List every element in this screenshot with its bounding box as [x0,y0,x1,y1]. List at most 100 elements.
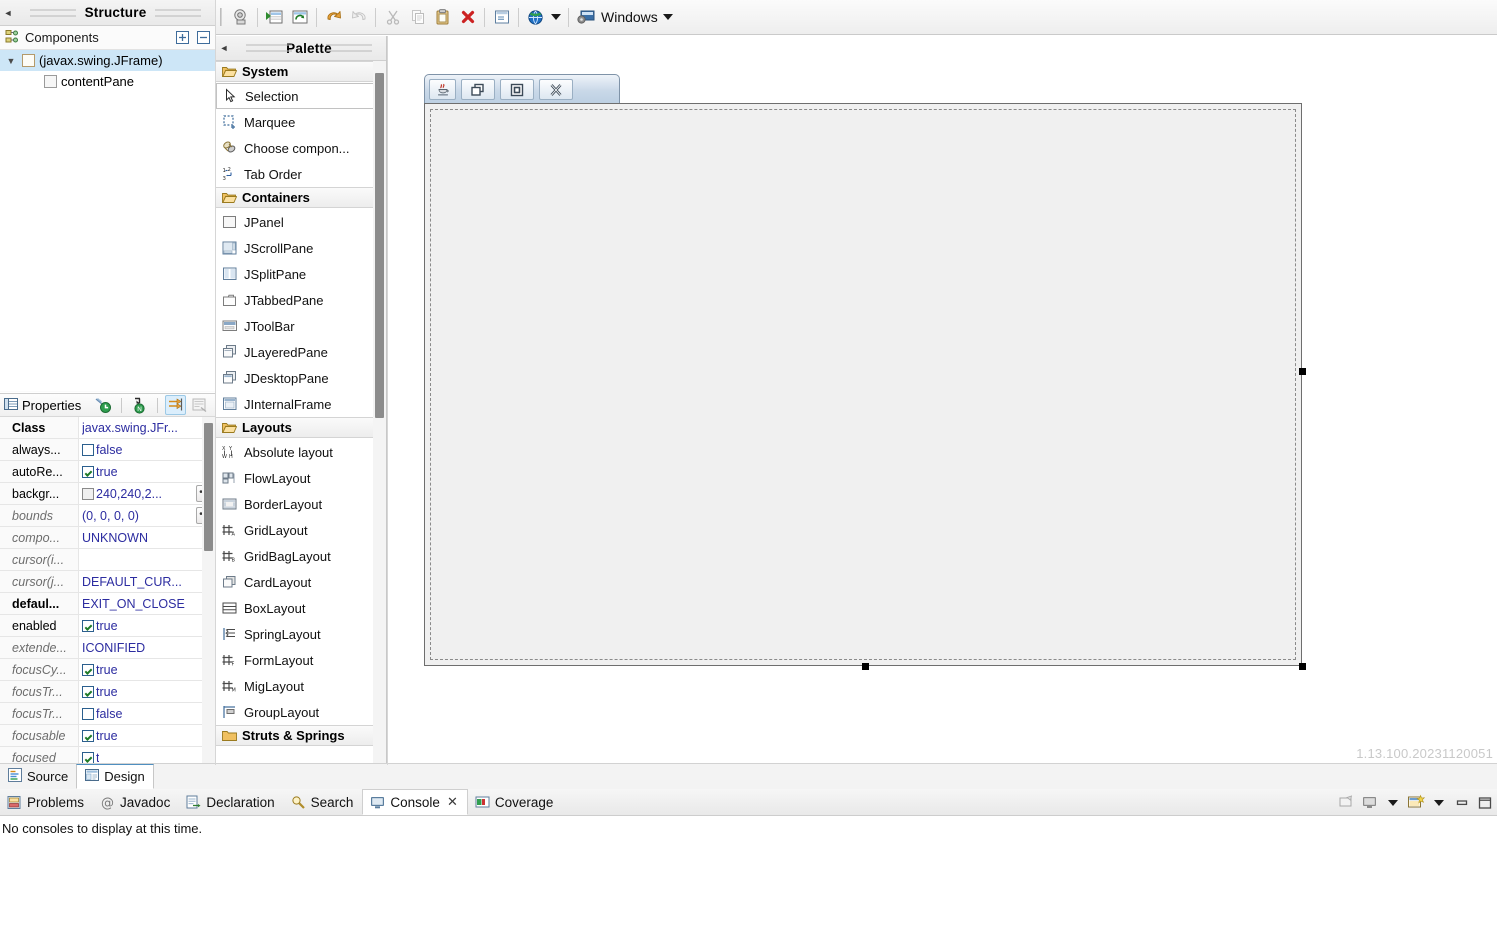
show-advanced-icon[interactable]: N [129,395,150,415]
property-row[interactable]: Class javax.swing.JFr... [0,417,215,439]
palette-item-borderlayout[interactable]: BorderLayout [216,491,386,517]
close-icon[interactable]: ✕ [447,794,458,810]
palette-list[interactable]: System Selection Marquee Choose compon... 1 2… [216,61,386,765]
property-value-cell[interactable]: UNKNOWN [79,527,215,548]
palette-item-jinternalframe[interactable]: JInternalFrame [216,391,386,417]
bottom-tab-search[interactable]: Search [284,789,363,815]
jframe-body[interactable] [424,103,1302,666]
scrollbar-thumb[interactable] [375,73,384,418]
tree-item-jframe[interactable]: ▼ (javax.swing.JFrame) [0,50,215,71]
palette-item-jsplitpane[interactable]: JSplitPane [216,261,386,287]
palette-item-jlayeredpane[interactable]: JLayeredPane [216,339,386,365]
checkbox-checked-icon[interactable] [82,751,94,764]
property-value-cell[interactable]: EXIT_ON_CLOSE [79,593,215,614]
checkbox-checked-icon[interactable] [82,465,94,478]
property-row[interactable]: cursor(j... DEFAULT_CUR... [0,571,215,593]
palette-item-springlayout[interactable]: SpringLayout [216,621,386,647]
checkbox-checked-icon[interactable] [82,663,94,676]
palette-item-absolute-layout[interactable]: X Y W H Absolute layout [216,439,386,465]
palette-item-miglayout[interactable]: M MigLayout [216,673,386,699]
toolbar-grip[interactable] [220,6,228,28]
show-events-icon[interactable] [165,395,186,415]
new-java-class-icon[interactable] [262,5,287,30]
property-value-cell[interactable]: ICONIFIED [79,637,215,658]
property-row[interactable]: focusCy... true [0,659,215,681]
property-value-cell[interactable]: false [79,439,215,460]
palette-item-formlayout[interactable]: F FormLayout [216,647,386,673]
resize-handle-east[interactable] [1299,368,1306,375]
open-type-icon[interactable] [228,5,253,30]
property-value-cell[interactable]: true [79,615,215,636]
tab-source[interactable]: Source [0,764,76,789]
palette-item-flowlayout[interactable]: FlowLayout [216,465,386,491]
tab-design[interactable]: Design [76,764,154,789]
sash-structure-palette[interactable] [215,0,216,765]
property-value-cell[interactable] [79,549,215,570]
undo-icon[interactable] [321,5,346,30]
property-row[interactable]: focusTr... false [0,703,215,725]
look-and-feel-dropdown[interactable] [660,5,676,30]
palette-vertical-scrollbar[interactable] [373,61,386,765]
java-app-icon[interactable] [429,79,456,100]
restore-default-icon[interactable] [93,395,114,415]
property-row[interactable]: bounds(0, 0, 0, 0)••• [0,505,215,527]
open-console-icon[interactable] [1336,792,1357,813]
palette-category-system[interactable]: System [216,61,386,82]
property-row[interactable]: enabled true [0,615,215,637]
minimize-view-icon[interactable] [1451,792,1472,813]
property-value-cell[interactable]: true [79,681,215,702]
resize-handle-south[interactable] [862,663,869,670]
display-selected-console-menu-icon[interactable] [1382,792,1403,813]
jframe-title-bar[interactable] [424,74,620,104]
palette-category-layouts[interactable]: Layouts [216,417,386,438]
property-row[interactable]: extende... ICONIFIED [0,637,215,659]
palette-item-grouplayout[interactable]: GroupLayout [216,699,386,725]
bottom-tab-console[interactable]: Console ✕ [362,789,468,815]
properties-table[interactable]: Class javax.swing.JFr... always... false aut… [0,417,215,765]
collapse-all-icon[interactable] [195,30,211,46]
display-selected-console-icon[interactable] [1359,792,1380,813]
palette-item-jdesktoppane[interactable]: JDesktopPane [216,365,386,391]
checkbox-checked-icon[interactable] [82,729,94,742]
close-icon[interactable] [539,79,573,100]
new-console-view-menu-icon[interactable] [1428,792,1449,813]
property-row[interactable]: backgr...240,240,2...••• [0,483,215,505]
chevron-down-icon[interactable]: ▼ [4,56,18,66]
property-row[interactable]: compo... UNKNOWN [0,527,215,549]
property-row[interactable]: cursor(i... [0,549,215,571]
cut-icon[interactable] [380,5,405,30]
test-dialog-icon[interactable] [489,5,514,30]
collapse-left-icon[interactable]: ◄ [0,0,16,26]
design-canvas[interactable]: 1.13.100.20231120051 [388,36,1497,765]
palette-category-containers[interactable]: Containers [216,187,386,208]
redo-icon[interactable] [346,5,371,30]
bottom-tab-declaration[interactable]: Declaration [179,789,283,815]
palette-item-tab-order[interactable]: 1 2 3 Tab Order [216,161,386,187]
bottom-tab-coverage[interactable]: Coverage [468,789,563,815]
component-tree[interactable]: ▼ (javax.swing.JFrame) contentPane [0,50,215,391]
look-and-feel-icon[interactable] [573,5,598,30]
property-value-cell[interactable]: true [79,461,215,482]
palette-item-jscrollpane[interactable]: JScrollPane [216,235,386,261]
property-row[interactable]: always... false [0,439,215,461]
maximize-view-icon[interactable] [1474,792,1495,813]
bottom-tab-problems[interactable]: Problems [0,789,93,815]
tab-structure[interactable]: Structure [16,5,215,20]
checkbox-unchecked-icon[interactable] [82,707,94,720]
resize-handle-south-east[interactable] [1299,663,1306,670]
property-row[interactable]: autoRe... true [0,461,215,483]
palette-category-struts-springs[interactable]: Struts & Springs [216,725,386,746]
property-value-cell[interactable]: true [79,725,215,746]
jframe-preview[interactable] [424,74,1306,670]
property-value-cell[interactable]: 240,240,2...••• [79,483,215,504]
checkbox-checked-icon[interactable] [82,685,94,698]
tab-palette[interactable]: Palette [232,41,386,56]
palette-item-boxlayout[interactable]: BoxLayout [216,595,386,621]
tree-item-contentpane[interactable]: contentPane [0,71,215,92]
restore-icon[interactable] [461,79,495,100]
scrollbar-thumb[interactable] [204,423,213,551]
palette-collapse-icon[interactable]: ◄ [216,35,232,61]
property-value-cell[interactable]: DEFAULT_CUR... [79,571,215,592]
property-row[interactable]: defaul... EXIT_ON_CLOSE [0,593,215,615]
globe-icon[interactable] [523,5,548,30]
